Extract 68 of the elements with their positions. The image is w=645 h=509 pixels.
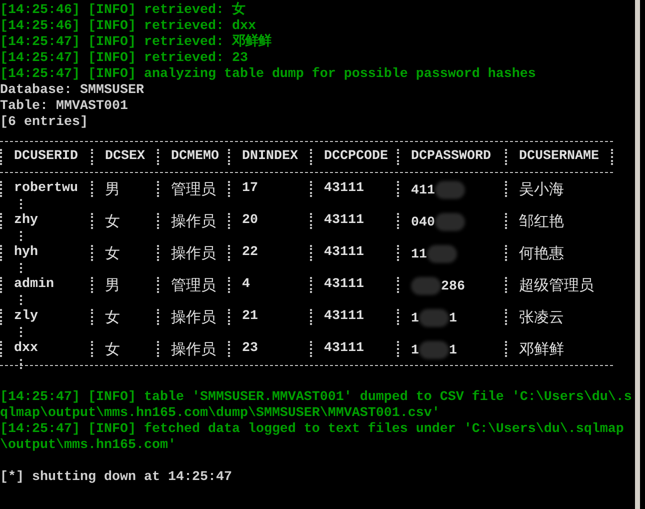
column-header: DNINDEX <box>242 149 298 164</box>
table-cell: 43111 <box>324 213 364 228</box>
column-header: DCPASSWORD <box>411 149 491 164</box>
table-cell: 1 <box>449 344 457 359</box>
table-cell: admin <box>14 277 54 292</box>
blurred-redaction <box>435 181 465 199</box>
log-line: [14:25:46] [INFO] retrieved: dxx <box>0 19 256 34</box>
table-cell: 21 <box>242 309 258 324</box>
table-cell: 1 <box>411 312 419 327</box>
table-cell: 女 <box>105 212 120 230</box>
log-line: [14:25:47] [INFO] table 'SMMSUSER.MMVAST001' dumped to CSV file 'C:\Users\du\.sqlmap\output\mms.hn165.com\dump\SMMSUSER\MMVAST001.csv' <box>0 390 633 422</box>
table-cell: 操作员 <box>171 308 216 326</box>
blurred-redaction <box>411 277 441 295</box>
table-cell: 43111 <box>324 181 364 196</box>
log-line: [*] shutting down at 14:25:47 <box>0 470 233 486</box>
table-cell: 17 <box>242 181 258 196</box>
table-cell: 吴小海 <box>519 180 564 198</box>
table-cell: 43111 <box>324 245 364 260</box>
table-cell: robertwu <box>14 181 78 196</box>
blurred-redaction <box>427 245 457 263</box>
log-line: [6 entries] <box>0 115 89 131</box>
log-line: [14:25:46] [INFO] retrieved: 女 <box>0 3 246 19</box>
table-cell: 超级管理员 <box>519 276 594 294</box>
column-header: DCUSERID <box>14 149 78 164</box>
table-cell: 1 <box>449 312 457 327</box>
table-cell: 何艳惠 <box>519 244 564 262</box>
table-cell: 管理员 <box>171 276 216 294</box>
table-cell: 张凌云 <box>519 308 564 326</box>
table-cell: 操作员 <box>171 340 216 358</box>
table-cell: 43111 <box>324 341 364 356</box>
table-cell: 邓鲜鲜 <box>519 340 564 358</box>
table-cell: 操作员 <box>171 244 216 262</box>
table-cell: 11 <box>411 248 427 263</box>
blurred-redaction <box>435 213 465 231</box>
table-cell: 22 <box>242 245 258 260</box>
table-cell: zly <box>14 309 38 324</box>
column-header: DCCPCODE <box>324 149 388 164</box>
table-cell: 邹红艳 <box>519 212 564 230</box>
table-cell: 女 <box>105 244 120 262</box>
log-line: [14:25:47] [INFO] analyzing table dump for possible password hashes <box>0 67 537 83</box>
table-cell: 4 <box>242 277 250 292</box>
table-cell: 040 <box>411 216 435 231</box>
table-cell: dxx <box>14 341 38 356</box>
table-cell: 43111 <box>324 277 364 292</box>
table-cell: 女 <box>105 308 120 326</box>
table-cell: 23 <box>242 341 258 356</box>
table-cell: 男 <box>105 276 120 294</box>
table-cell: 1 <box>411 344 419 359</box>
table-cell: zhy <box>14 213 38 228</box>
table-cell: 411 <box>411 184 435 199</box>
log-line: [14:25:47] [INFO] retrieved: 23 <box>0 51 249 67</box>
log-line: Database: SMMSUSER <box>0 83 145 99</box>
blurred-redaction <box>419 309 449 327</box>
table-cell: 女 <box>105 340 120 358</box>
table-cell: 43111 <box>324 309 364 324</box>
table-cell: 286 <box>441 280 465 295</box>
table-cell: 男 <box>105 180 120 198</box>
table-cell: 管理员 <box>171 180 216 198</box>
table-cell: 20 <box>242 213 258 228</box>
table-cell: 操作员 <box>171 212 216 230</box>
blurred-redaction <box>419 341 449 359</box>
table-cell: hyh <box>14 245 38 260</box>
log-line: [14:25:47] [INFO] retrieved: 邓鲜鲜 <box>0 35 272 51</box>
log-line: [14:25:47] [INFO] fetched data logged to text files under 'C:\Users\du\.sqlmap\output\mms.hn165.com' <box>0 422 625 454</box>
column-header: DCMEMO <box>171 149 219 164</box>
log-line: Table: MMVAST001 <box>0 99 129 115</box>
column-header: DCUSERNAME <box>519 149 599 164</box>
column-header: DCSEX <box>105 149 145 164</box>
